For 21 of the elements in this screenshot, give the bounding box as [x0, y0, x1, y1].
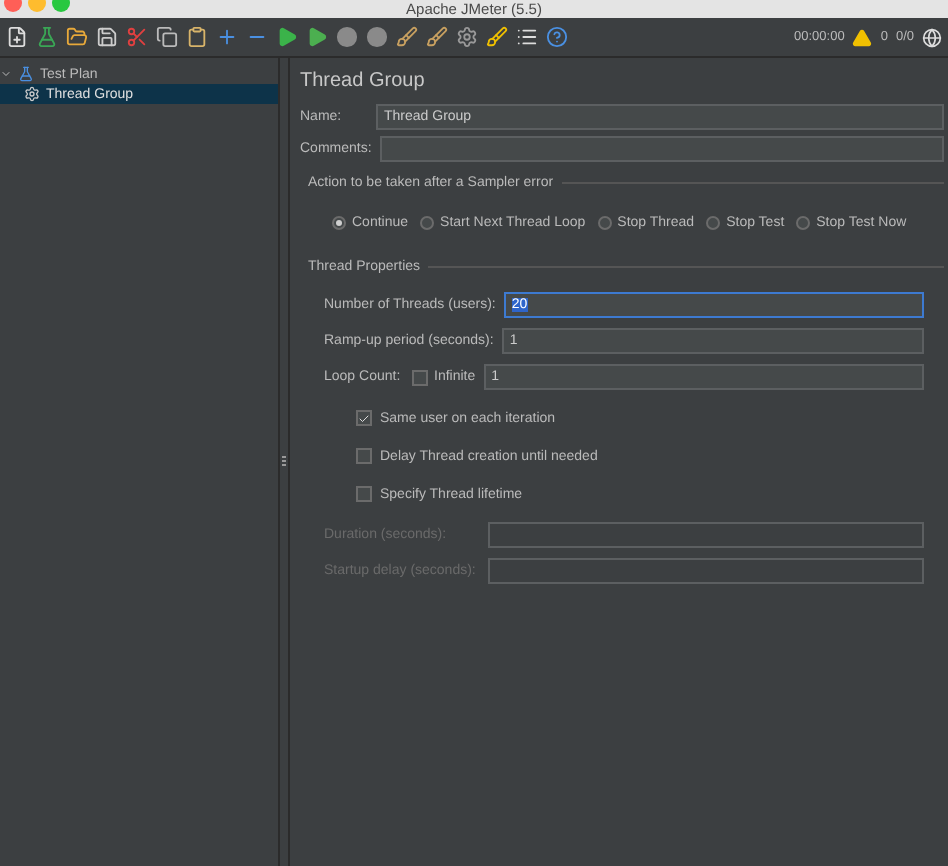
stop-icon[interactable]	[336, 26, 358, 48]
expand-caret-icon[interactable]	[0, 68, 12, 80]
expand-icon[interactable]	[216, 26, 238, 48]
start-icon[interactable]	[276, 26, 298, 48]
comments-field[interactable]	[379, 136, 944, 162]
cut-icon[interactable]	[126, 26, 148, 48]
test-plan-icon	[18, 66, 34, 82]
help-icon[interactable]	[546, 26, 568, 48]
copy-icon[interactable]	[156, 26, 178, 48]
save-icon[interactable]	[96, 26, 118, 48]
paste-icon[interactable]	[186, 26, 208, 48]
splitter-handle[interactable]	[282, 456, 286, 468]
globe-icon[interactable]	[922, 27, 942, 47]
check-icon	[358, 411, 370, 425]
gear-icon	[24, 86, 40, 102]
panel-title: Thread Group	[300, 70, 427, 92]
input-field[interactable]	[488, 522, 924, 548]
input-field[interactable]	[488, 558, 924, 584]
open-folder-icon[interactable]	[66, 26, 88, 48]
new-file-icon[interactable]	[6, 26, 28, 48]
warning-icon[interactable]	[852, 27, 873, 47]
